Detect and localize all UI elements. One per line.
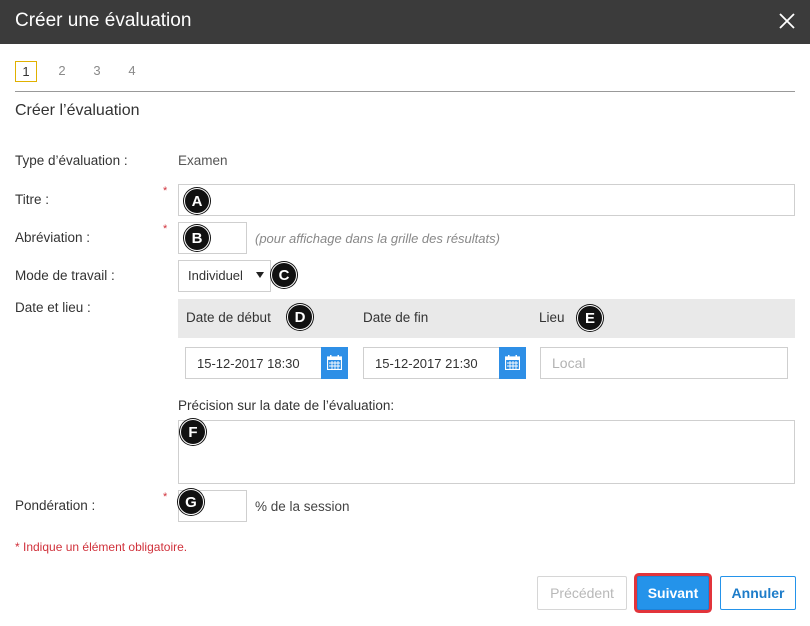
abreviation-label: Abréviation : (15, 230, 91, 245)
close-icon[interactable] (776, 10, 798, 32)
mode-selected-value: Individuel (188, 268, 243, 283)
callout-d: D (287, 304, 313, 330)
required-marker: * (163, 491, 168, 503)
cancel-button[interactable]: Annuler (720, 576, 796, 610)
end-date-header: Date de fin (363, 310, 429, 325)
step-2[interactable]: 2 (52, 61, 72, 81)
start-calendar-button[interactable] (321, 347, 348, 379)
callout-a: A (184, 188, 210, 214)
ponderation-suffix: % de la session (255, 499, 350, 514)
required-marker: * (163, 223, 168, 235)
date-lieu-label: Date et lieu : (15, 300, 91, 315)
callout-b: B (184, 225, 210, 251)
step-3[interactable]: 3 (87, 61, 107, 81)
titre-input[interactable] (178, 184, 795, 216)
start-date-header: Date de début (186, 310, 271, 325)
calendar-icon (505, 355, 520, 370)
step-1[interactable]: 1 (15, 61, 37, 82)
callout-f: F (180, 419, 206, 445)
dialog-title: Créer une évaluation (15, 10, 192, 31)
start-date-input[interactable]: 15-12-2017 18:30 (185, 347, 322, 379)
required-note: * Indique un élément obligatoire. (15, 540, 188, 554)
ponderation-label: Pondération : (15, 498, 96, 513)
previous-button[interactable]: Précédent (537, 576, 627, 610)
next-button[interactable]: Suivant (637, 576, 709, 610)
steps-divider (15, 91, 795, 92)
required-marker: * (163, 185, 168, 197)
chevron-down-icon (256, 272, 264, 278)
place-input[interactable]: Local (540, 347, 788, 379)
type-value: Examen (178, 153, 228, 168)
callout-g: G (178, 489, 204, 515)
precision-label: Précision sur la date de l’évaluation: (178, 398, 395, 413)
calendar-icon (327, 355, 342, 370)
mode-label: Mode de travail : (15, 268, 115, 283)
date-lieu-header: Date de début Date de fin Lieu (178, 299, 795, 338)
mode-select[interactable]: Individuel (178, 260, 271, 292)
precision-textarea[interactable] (178, 420, 795, 484)
place-header: Lieu (539, 310, 565, 325)
section-title: Créer l’évaluation (15, 102, 140, 119)
type-label: Type d’évaluation : (15, 153, 128, 168)
end-date-input[interactable]: 15-12-2017 21:30 (363, 347, 500, 379)
callout-e: E (577, 305, 603, 331)
step-4[interactable]: 4 (122, 61, 142, 81)
dialog-title-bar: Créer une évaluation (0, 0, 810, 44)
abreviation-hint: (pour affichage dans la grille des résul… (255, 231, 500, 246)
end-calendar-button[interactable] (499, 347, 526, 379)
titre-label: Titre : (15, 192, 50, 207)
callout-c: C (271, 262, 297, 288)
